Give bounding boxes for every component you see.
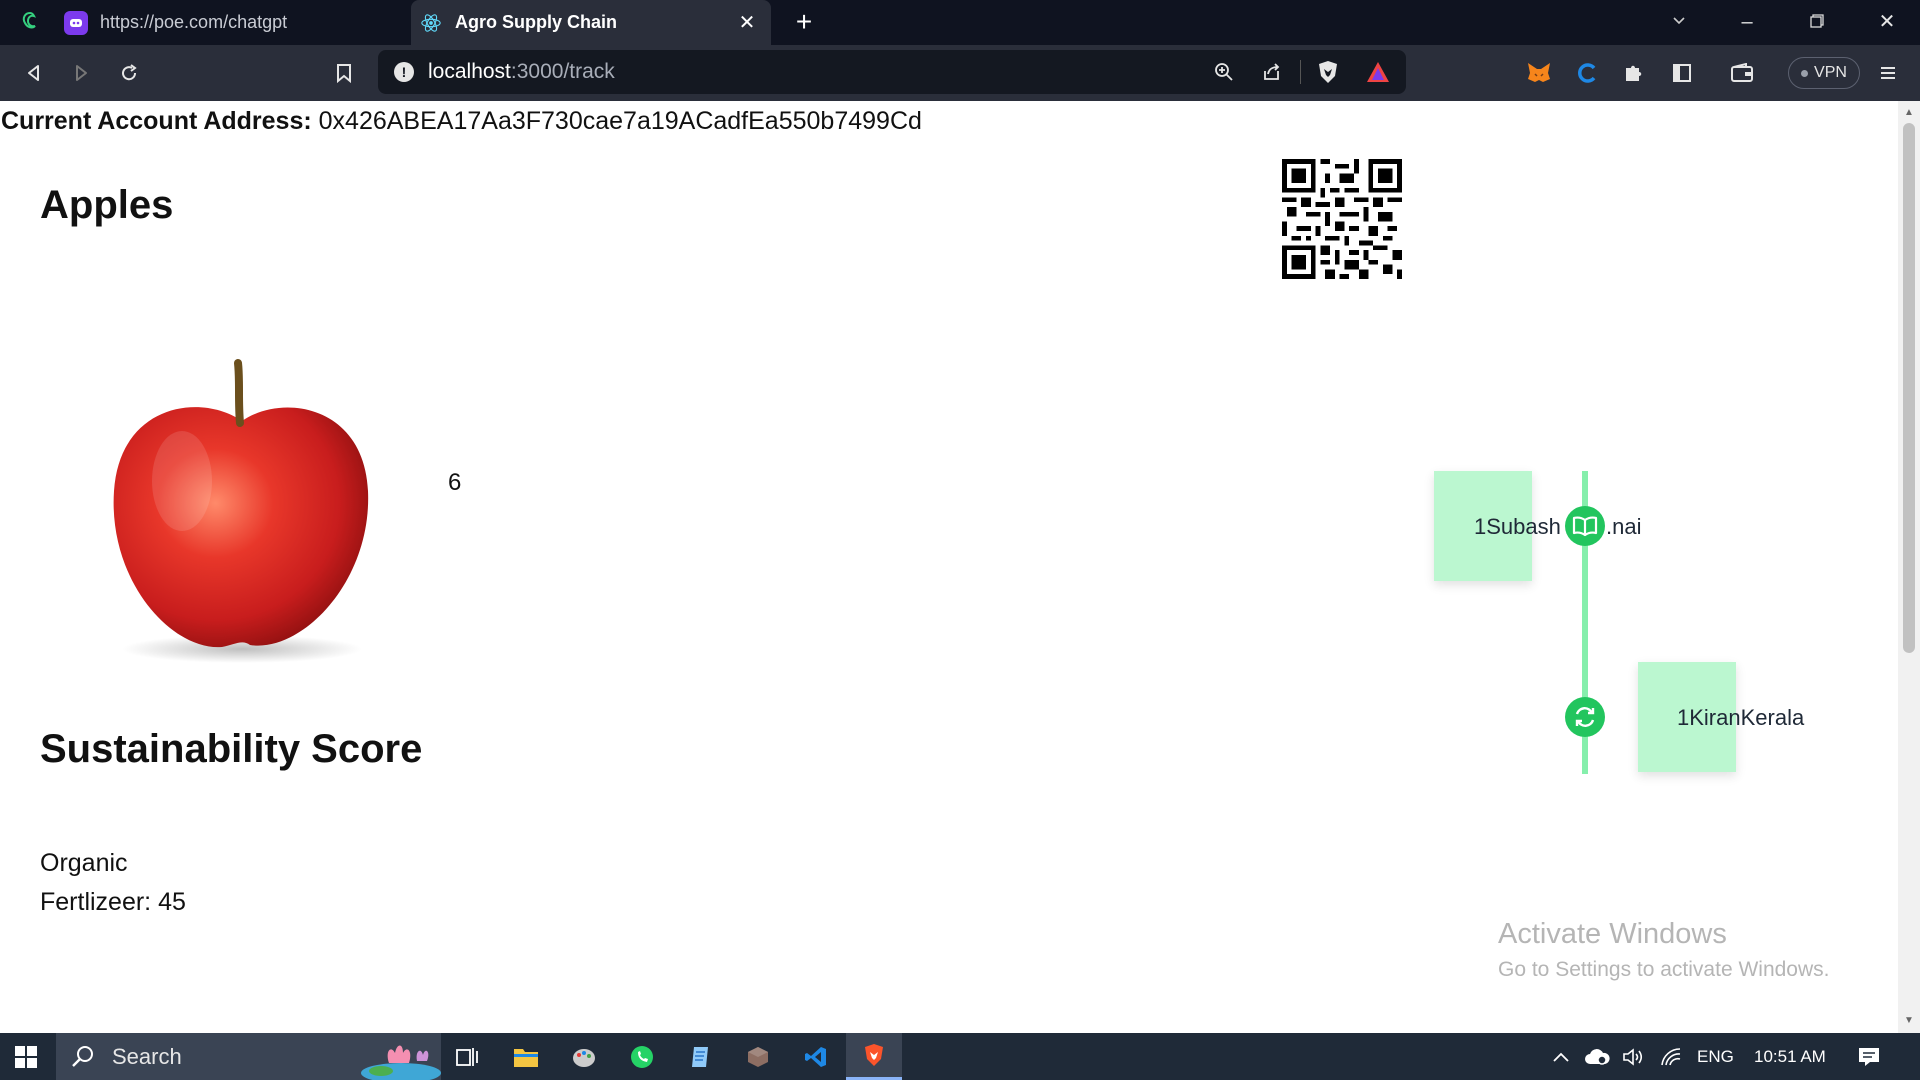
opera-gx-logo-icon[interactable] xyxy=(18,10,42,34)
zoom-icon[interactable] xyxy=(1210,58,1238,86)
language-indicator[interactable]: ENG xyxy=(1697,1033,1734,1080)
paint-icon[interactable] xyxy=(556,1033,612,1080)
taskbar-search[interactable]: Search xyxy=(56,1033,441,1080)
vscode-icon[interactable] xyxy=(788,1033,844,1080)
tab-search-chevron-icon[interactable] xyxy=(1664,8,1694,36)
metamask-icon[interactable] xyxy=(1525,59,1553,87)
activate-windows-subtitle: Go to Settings to activate Windows. xyxy=(1498,958,1830,981)
vpn-status-dot xyxy=(1801,69,1809,77)
refresh-icon xyxy=(1565,697,1605,737)
volume-icon[interactable] xyxy=(1622,1033,1644,1080)
forward-button[interactable] xyxy=(67,59,95,87)
scroll-up-arrow-icon[interactable]: ▲ xyxy=(1904,107,1914,118)
url-host: localhost xyxy=(428,60,511,83)
wallet-icon[interactable] xyxy=(1728,59,1756,87)
windows-start-icon[interactable] xyxy=(14,1045,38,1069)
bookmark-icon[interactable] xyxy=(330,59,358,87)
tab-poe[interactable]: https://poe.com/chatgpt xyxy=(56,0,411,45)
menu-icon[interactable] xyxy=(1874,59,1902,87)
page-scrollbar[interactable]: ▲ ▼ xyxy=(1898,101,1920,1033)
activate-windows-title: Activate Windows xyxy=(1498,918,1727,950)
browser-tab-bar: https://poe.com/chatgpt Agro Supply Chai… xyxy=(0,0,1920,45)
whatsapp-icon[interactable] xyxy=(614,1033,670,1080)
brave-shields-icon[interactable] xyxy=(1314,58,1342,86)
timeline-label-2: 1KiranKerala xyxy=(1677,705,1805,730)
book-icon xyxy=(1565,506,1605,546)
close-window-button[interactable]: ✕ xyxy=(1872,8,1902,36)
sustainability-fertilizer: Fertlizeer: 45 xyxy=(40,888,186,916)
address-bar[interactable]: ! localhost :3000/track xyxy=(378,50,1406,94)
scroll-thumb[interactable] xyxy=(1903,123,1915,653)
tab-title: Agro Supply Chain xyxy=(455,12,617,32)
minecraft-icon[interactable] xyxy=(730,1033,786,1080)
new-tab-button[interactable]: + xyxy=(790,8,818,36)
sidebar-toggle-icon[interactable] xyxy=(1668,59,1696,87)
brave-rewards-icon[interactable] xyxy=(1364,58,1392,86)
timeline-label-1: 1Subash xyxy=(1474,514,1561,539)
page-content: Current Account Address: 0x426ABEA17Aa3F… xyxy=(0,101,1898,1033)
tab-agro-supply-chain[interactable]: Agro Supply Chain ✕ xyxy=(411,0,771,45)
windows-taskbar: Search ENG 10:51 AM xyxy=(0,1033,1920,1080)
account-label: Current Account Address: xyxy=(1,107,312,135)
restore-button[interactable] xyxy=(1802,8,1832,36)
site-info-icon[interactable]: ! xyxy=(394,62,414,82)
search-icon xyxy=(72,1045,93,1067)
browser-toolbar: ! localhost :3000/track VPN xyxy=(0,45,1920,101)
share-icon[interactable] xyxy=(1258,58,1286,86)
wifi-icon[interactable] xyxy=(1660,1033,1682,1080)
scroll-down-arrow-icon[interactable]: ▼ xyxy=(1904,1015,1914,1026)
url-path: :3000/track xyxy=(510,60,615,83)
vpn-label: VPN xyxy=(1814,64,1847,81)
show-hidden-icons-chevron-icon[interactable] xyxy=(1552,1033,1570,1080)
react-icon xyxy=(419,11,443,35)
file-explorer-icon[interactable] xyxy=(498,1033,554,1080)
product-quantity: 6 xyxy=(448,469,462,496)
close-tab-icon[interactable]: ✕ xyxy=(735,11,759,35)
poe-icon xyxy=(64,10,88,35)
reload-button[interactable] xyxy=(115,59,143,87)
notification-icon[interactable] xyxy=(1858,1033,1880,1080)
qr-code[interactable] xyxy=(1282,159,1402,279)
search-placeholder: Search xyxy=(112,1043,182,1069)
tab-title: https://poe.com/chatgpt xyxy=(100,12,288,32)
sustainability-type: Organic xyxy=(40,849,128,877)
timeline-location-fragment: .nai xyxy=(1606,514,1642,539)
sustainability-title: Sustainability Score xyxy=(40,727,423,771)
extensions-puzzle-icon[interactable] xyxy=(1620,59,1648,87)
minimize-button[interactable]: – xyxy=(1732,8,1762,36)
brave-browser-icon[interactable] xyxy=(846,1033,902,1080)
timeline-location-text: nai xyxy=(1612,514,1642,539)
account-value: 0x426ABEA17Aa3F730cae7a19ACadfEa550b7499… xyxy=(318,107,922,135)
back-button[interactable] xyxy=(20,59,48,87)
vpn-button[interactable]: VPN xyxy=(1788,57,1860,89)
product-title: Apples xyxy=(40,183,174,227)
notepad-icon[interactable] xyxy=(672,1033,728,1080)
clock-time[interactable]: 10:51 AM xyxy=(1754,1033,1826,1080)
task-view-icon[interactable] xyxy=(440,1033,496,1080)
extension-c-icon[interactable] xyxy=(1574,59,1602,87)
apple-image xyxy=(113,359,369,663)
lotus-pond-decoration-icon xyxy=(361,1045,441,1080)
onedrive-cloud-icon[interactable] xyxy=(1584,1033,1610,1080)
account-address: Current Account Address: 0x426ABEA17Aa3F… xyxy=(1,107,922,136)
